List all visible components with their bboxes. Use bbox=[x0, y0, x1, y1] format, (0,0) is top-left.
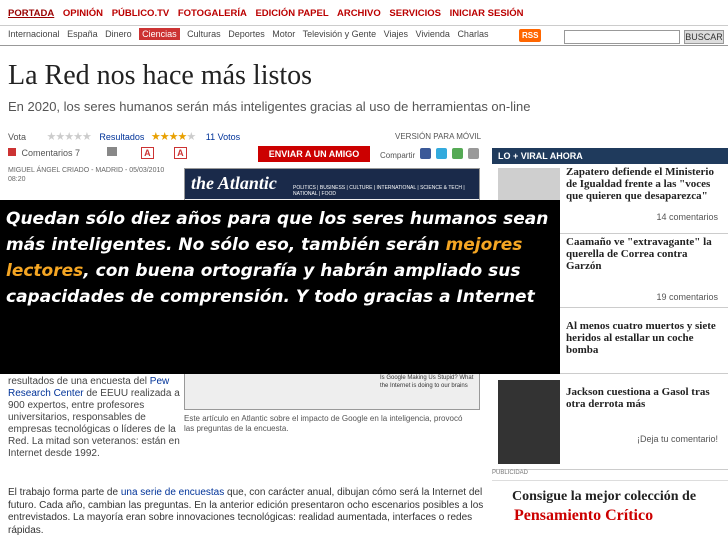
quote-overlay: Quedan sólo diez años para que los seres… bbox=[0, 200, 560, 374]
subnav-espana[interactable]: España bbox=[67, 29, 98, 39]
rss-button[interactable]: RSS bbox=[519, 29, 542, 42]
encuestas-link[interactable]: una serie de encuestas bbox=[121, 487, 224, 498]
article-paragraph: El trabajo forma parte de una serie de e… bbox=[8, 487, 484, 537]
votos-count: 11 Votos bbox=[205, 132, 241, 142]
nav-archivo[interactable]: ARCHIVO bbox=[337, 8, 381, 19]
news-headline[interactable]: Jackson cuestiona a Gasol tras otra derr… bbox=[566, 386, 718, 410]
atlantic-article-text: Is Google Making Us Stupid? What the Int… bbox=[380, 375, 474, 389]
news-thumbnail bbox=[498, 380, 560, 464]
news-headline[interactable]: Al menos cuatro muertos y siete heridos … bbox=[566, 320, 718, 356]
facebook-icon[interactable] bbox=[420, 148, 431, 159]
subnav-television[interactable]: Televisión y Gente bbox=[303, 29, 377, 39]
atlantic-header: the Atlantic POLITICS | BUSINESS | CULTU… bbox=[185, 169, 479, 199]
compartir-label: Compartir bbox=[380, 151, 416, 160]
subnav-deportes[interactable]: Deportes bbox=[228, 29, 265, 39]
publicidad-label: PUBLICIDAD bbox=[492, 470, 529, 476]
subnav-ciencias[interactable]: Ciencias bbox=[139, 28, 180, 40]
news-headline[interactable]: Zapatero defiende el Ministerio de Igual… bbox=[566, 166, 718, 202]
twitter-icon[interactable] bbox=[436, 148, 447, 159]
nav-fotogaleria[interactable]: FOTOGALERÍA bbox=[178, 8, 247, 19]
article-title: La Red nos hace más listos bbox=[8, 60, 313, 91]
version-movil-link[interactable]: VERSIÓN PARA MÓVIL bbox=[395, 132, 481, 141]
news-comment-count[interactable]: 19 comentarios bbox=[656, 292, 718, 302]
font-decrease-button[interactable]: A bbox=[174, 147, 187, 159]
overlay-text-2: , con buena ortografía y habrán ampliado… bbox=[6, 261, 535, 307]
subnav-internacional[interactable]: Internacional bbox=[8, 29, 60, 39]
news-comment-count[interactable]: ¡Deja tu comentario! bbox=[637, 434, 718, 444]
font-increase-button[interactable]: A bbox=[141, 147, 154, 159]
image-caption: Este artículo en Atlantic sobre el impac… bbox=[184, 414, 463, 433]
left-text-1: resultados de una encuesta del bbox=[8, 376, 147, 387]
ad-line-1: Consigue la mejor colección de bbox=[512, 489, 697, 504]
delicious-icon[interactable] bbox=[452, 148, 463, 159]
sidebar-header: LO + VIRAL AHORA bbox=[492, 148, 728, 164]
advertisement[interactable]: Consigue la mejor colección de Pensamien… bbox=[492, 480, 728, 546]
top-navigation: PORTADA OPINIÓN PÚBLICO.TV FOTOGALERÍA E… bbox=[0, 0, 728, 26]
nav-opinion[interactable]: OPINIÓN bbox=[63, 8, 103, 19]
atlantic-menu: POLITICS | BUSINESS | CULTURE | INTERNAT… bbox=[293, 185, 465, 197]
subnav-vivienda[interactable]: Vivienda bbox=[416, 29, 450, 39]
comments-icon bbox=[8, 148, 16, 156]
vota-label: Vota bbox=[8, 132, 27, 142]
comentarios-link[interactable]: Comentarios 7 bbox=[22, 148, 81, 158]
article-subtitle: En 2020, los seres humanos serán más int… bbox=[8, 99, 531, 114]
nav-edicion-papel[interactable]: EDICIÓN PAPEL bbox=[255, 8, 328, 19]
search-input[interactable] bbox=[564, 30, 680, 44]
article-byline: MIGUEL ÁNGEL CRIADO - MADRID - 05/03/201… bbox=[8, 167, 165, 183]
search-button[interactable]: BUSCAR bbox=[684, 30, 724, 44]
ad-line-2: Pensamiento Crítico bbox=[514, 507, 654, 524]
vote-stars[interactable]: ★★★★★ bbox=[47, 131, 92, 143]
nav-portada[interactable]: PORTADA bbox=[8, 8, 54, 19]
news-headline[interactable]: Caamaño ve "extravagante" la querella de… bbox=[566, 236, 718, 272]
news-comment-count[interactable]: 14 comentarios bbox=[656, 212, 718, 222]
enviar-amigo-button[interactable]: ENVIAR A UN AMIGO bbox=[258, 146, 370, 162]
article-column-text: resultados de una encuesta del Pew Resea… bbox=[8, 376, 180, 460]
para-text-1: El trabajo forma parte de bbox=[8, 487, 119, 498]
resultados-link[interactable]: Resultados bbox=[99, 132, 144, 142]
viral-item[interactable]: Jackson cuestiona a Gasol tras otra derr… bbox=[492, 374, 728, 470]
nav-servicios[interactable]: SERVICIOS bbox=[389, 8, 441, 19]
subnav-dinero[interactable]: Dinero bbox=[105, 29, 132, 39]
result-stars: ★★★★★ bbox=[150, 131, 196, 143]
subnav-culturas[interactable]: Culturas bbox=[187, 29, 221, 39]
atlantic-logo: the Atlantic bbox=[191, 173, 277, 193]
print-icon[interactable] bbox=[106, 147, 117, 156]
nav-publico-tv[interactable]: PÚBLICO.TV bbox=[112, 8, 170, 19]
article-actions: Comentarios 7 A A bbox=[8, 147, 488, 163]
nav-iniciar-sesion[interactable]: INICIAR SESIÓN bbox=[450, 8, 524, 19]
subnav-viajes[interactable]: Viajes bbox=[384, 29, 408, 39]
subnav-motor[interactable]: Motor bbox=[272, 29, 295, 39]
subnav-charlas[interactable]: Charlas bbox=[457, 29, 488, 39]
more-share-icon[interactable] bbox=[468, 148, 479, 159]
